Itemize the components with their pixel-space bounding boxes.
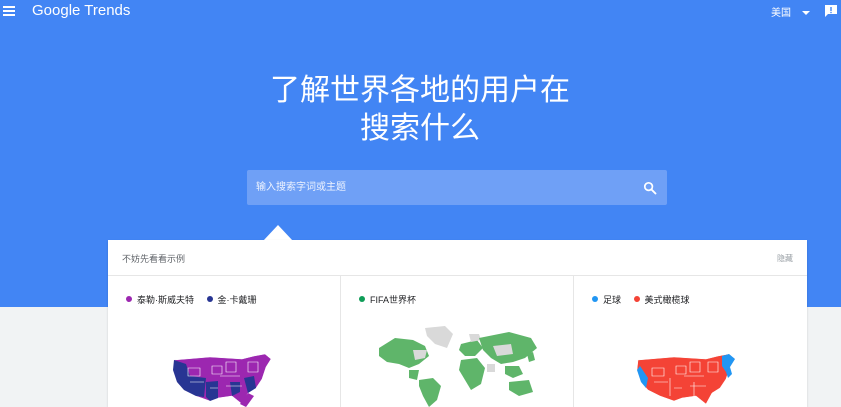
- legend-dot: [206, 296, 213, 302]
- legend-dot: [592, 296, 598, 302]
- example-card-2[interactable]: FIFA世界杯: [341, 276, 574, 407]
- headline-line-2: 搜索什么: [360, 112, 480, 145]
- search-icon[interactable]: [643, 181, 657, 195]
- legend-dot: [126, 296, 132, 302]
- card-legend: 足球 美式橄榄球: [592, 293, 700, 306]
- examples-panel: 不妨先看看示例 隐藏 泰勒·斯威夫特 金·卡戴珊 FIFA世界杯 足球 美式橄榄…: [108, 240, 807, 407]
- search-box[interactable]: [247, 170, 667, 205]
- card-legend: FIFA世界杯: [359, 293, 426, 306]
- example-card-3[interactable]: 足球 美式橄榄球: [574, 276, 807, 407]
- examples-title: 不妨先看看示例: [122, 254, 186, 264]
- page-title: 了解世界各地的用户在 搜索什么: [220, 72, 620, 148]
- top-bar: Google Trends 美国: [0, 0, 841, 24]
- legend-label: 泰勒·斯威夫特: [137, 295, 194, 305]
- legend-item: 美式橄榄球: [633, 293, 690, 306]
- menu-icon[interactable]: [2, 4, 16, 18]
- world-map: [379, 326, 537, 407]
- us-map: [636, 353, 736, 405]
- hide-button[interactable]: 隐藏: [777, 253, 793, 264]
- us-map: [172, 353, 272, 407]
- legend-dot: [633, 296, 640, 302]
- region-selector[interactable]: 美国: [771, 4, 791, 19]
- examples-header: 不妨先看看示例 隐藏: [108, 240, 807, 276]
- card-legend: 泰勒·斯威夫特 金·卡戴珊: [126, 293, 267, 306]
- panel-pointer: [263, 225, 293, 241]
- headline-line-1: 了解世界各地的用户在: [270, 74, 570, 107]
- legend-dot: [359, 296, 365, 302]
- example-card-1[interactable]: 泰勒·斯威夫特 金·卡戴珊: [108, 276, 341, 407]
- legend-item: 金·卡戴珊: [206, 293, 257, 306]
- legend-label: FIFA世界杯: [370, 295, 417, 305]
- legend-label: 美式橄榄球: [644, 295, 690, 305]
- search-input[interactable]: [247, 170, 627, 205]
- feedback-icon[interactable]: [824, 4, 838, 18]
- legend-label: 金·卡戴珊: [217, 295, 257, 305]
- legend-item: 泰勒·斯威夫特: [126, 293, 194, 306]
- legend-label: 足球: [603, 295, 622, 305]
- google-trends-logo[interactable]: Google Trends: [32, 2, 130, 19]
- legend-item: FIFA世界杯: [359, 293, 416, 306]
- caret-down-icon[interactable]: [802, 11, 810, 15]
- legend-item: 足球: [592, 293, 621, 306]
